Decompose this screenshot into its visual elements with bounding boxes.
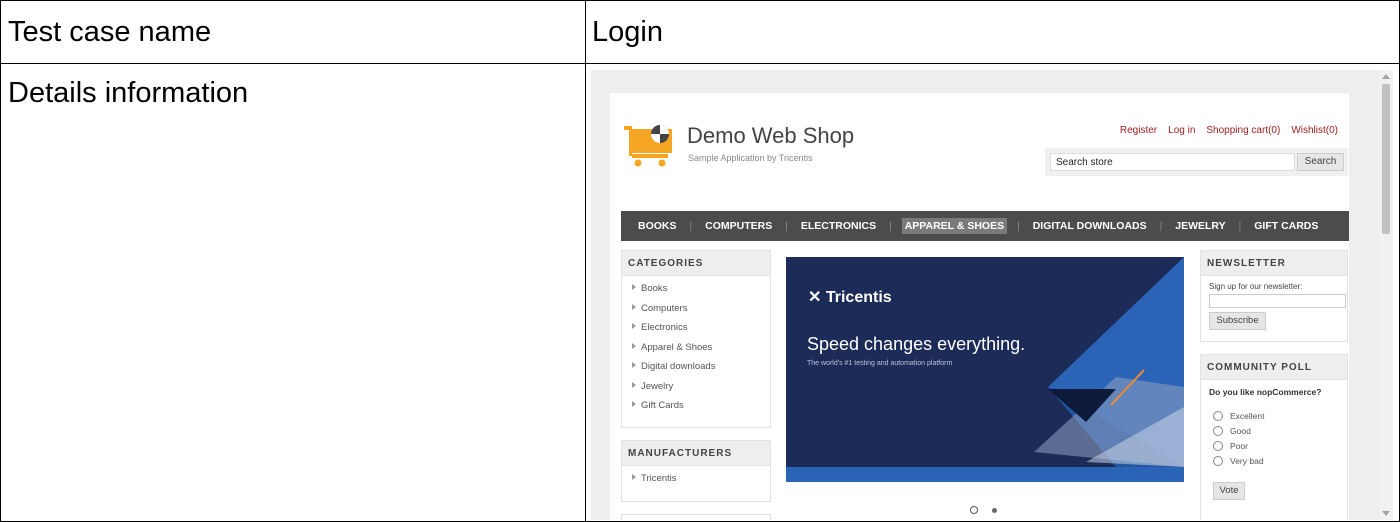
test-case-name-label: Test case name xyxy=(8,16,212,48)
newsletter-block: NEWSLETTER Sign up for our newsletter: S… xyxy=(1200,250,1348,342)
nav-separator: | xyxy=(1017,220,1020,232)
poll-option-very-bad[interactable]: Very bad xyxy=(1213,453,1347,468)
scroll-up-icon[interactable] xyxy=(1382,74,1390,79)
top-menu: BOOKS | COMPUTERS | ELECTRONICS | APPARE… xyxy=(621,211,1349,241)
caret-right-icon xyxy=(632,474,636,480)
radio-icon[interactable] xyxy=(1213,455,1223,466)
radio-icon[interactable] xyxy=(1213,410,1223,421)
nav-separator: | xyxy=(1238,220,1242,232)
nav-separator: | xyxy=(889,220,892,232)
login-link[interactable]: Log in xyxy=(1168,125,1195,136)
table-row-divider xyxy=(0,63,1400,64)
caret-right-icon xyxy=(632,342,636,349)
nav-separator: | xyxy=(785,220,788,232)
brand-title[interactable]: Demo Web Shop xyxy=(687,123,854,149)
poll-question: Do you like nopCommerce? xyxy=(1209,387,1322,397)
brand-subtitle: Sample Application by Tricentis xyxy=(688,153,813,163)
nav-computers[interactable]: COMPUTERS xyxy=(702,218,775,234)
table-column-divider xyxy=(585,0,586,522)
category-item-digital-downloads[interactable]: Digital downloads xyxy=(632,361,770,381)
banner-headline: Speed changes everything. xyxy=(807,334,1026,354)
slider-pager xyxy=(970,506,1010,516)
community-poll-block: COMMUNITY POLL Do you like nopCommerce? … xyxy=(1200,354,1348,520)
manufacturers-title: MANUFACTURERS xyxy=(622,441,770,466)
category-item-computers[interactable]: Computers xyxy=(632,303,770,323)
nav-books[interactable]: BOOKS xyxy=(635,218,680,234)
newsletter-title: NEWSLETTER xyxy=(1201,251,1347,276)
search-bar: Search store Search xyxy=(1045,148,1348,176)
slider-dot-active[interactable] xyxy=(970,506,978,514)
details-information-label: Details information xyxy=(8,77,249,109)
newsletter-email-input[interactable] xyxy=(1209,294,1346,308)
sidebar-block-partial xyxy=(621,514,771,520)
category-item-jewelry[interactable]: Jewelry xyxy=(632,381,770,401)
test-case-name-value: Login xyxy=(592,16,663,48)
subscribe-button[interactable]: Subscribe xyxy=(1209,312,1266,330)
manufacturer-item-tricentis[interactable]: Tricentis xyxy=(632,473,770,493)
caret-right-icon xyxy=(632,381,636,388)
poll-title: COMMUNITY POLL xyxy=(1201,355,1347,380)
shopping-cart-link[interactable]: Shopping cart(0) xyxy=(1206,125,1280,136)
nav-separator: | xyxy=(1159,220,1163,232)
category-item-electronics[interactable]: Electronics xyxy=(632,322,770,342)
search-input[interactable]: Search store xyxy=(1050,153,1295,171)
search-button[interactable]: Search xyxy=(1297,153,1344,171)
category-item-books[interactable]: Books xyxy=(632,283,770,303)
caret-right-icon xyxy=(632,303,636,310)
radio-icon[interactable] xyxy=(1213,425,1223,436)
nav-digital-downloads[interactable]: DIGITAL DOWNLOADS xyxy=(1030,218,1150,234)
scrollbar-thumb[interactable] xyxy=(1382,84,1390,234)
banner-logo: ✕ Tricentis xyxy=(808,289,892,306)
nav-gift-cards[interactable]: GIFT CARDS xyxy=(1251,218,1321,234)
nav-apparel-shoes[interactable]: APPAREL & SHOES xyxy=(901,218,1008,234)
wishlist-link[interactable]: Wishlist(0) xyxy=(1291,125,1338,136)
web-shop-page: Demo Web Shop Sample Application by Tric… xyxy=(610,93,1349,520)
nav-electronics[interactable]: ELECTRONICS xyxy=(798,218,879,234)
category-item-apparel-shoes[interactable]: Apparel & Shoes xyxy=(632,342,770,362)
radio-icon[interactable] xyxy=(1213,440,1223,451)
caret-right-icon xyxy=(632,323,636,329)
manufacturers-block: MANUFACTURERS Tricentis xyxy=(621,440,771,502)
caret-right-icon xyxy=(632,284,636,290)
categories-block: CATEGORIES Books Computers Electronics A… xyxy=(621,250,771,428)
nav-separator: | xyxy=(689,220,693,232)
caret-right-icon xyxy=(632,362,636,368)
shopping-cart-logo-icon[interactable] xyxy=(624,123,674,167)
category-item-gift-cards[interactable]: Gift Cards xyxy=(632,400,770,420)
poll-option-good[interactable]: Good xyxy=(1213,423,1347,438)
header-links: Register Log in Shopping cart(0) Wishlis… xyxy=(1120,125,1338,136)
categories-title: CATEGORIES xyxy=(622,251,770,276)
scroll-down-icon[interactable] xyxy=(1382,511,1390,516)
embedded-screenshot: Demo Web Shop Sample Application by Tric… xyxy=(591,70,1393,520)
caret-right-icon xyxy=(632,401,636,407)
home-banner[interactable]: ✕ Tricentis Speed changes everything. Th… xyxy=(786,257,1184,482)
slider-dot[interactable] xyxy=(992,508,997,513)
register-link[interactable]: Register xyxy=(1120,125,1157,136)
newsletter-prompt: Sign up for our newsletter: xyxy=(1209,282,1303,291)
banner-tagline: The world's #1 testing and automation pl… xyxy=(807,360,953,367)
vote-button[interactable]: Vote xyxy=(1213,482,1245,500)
poll-option-poor[interactable]: Poor xyxy=(1213,438,1347,453)
nav-jewelry[interactable]: JEWELRY xyxy=(1172,218,1228,234)
poll-option-excellent[interactable]: Excellent xyxy=(1213,408,1347,423)
scrollbar[interactable] xyxy=(1379,70,1393,520)
